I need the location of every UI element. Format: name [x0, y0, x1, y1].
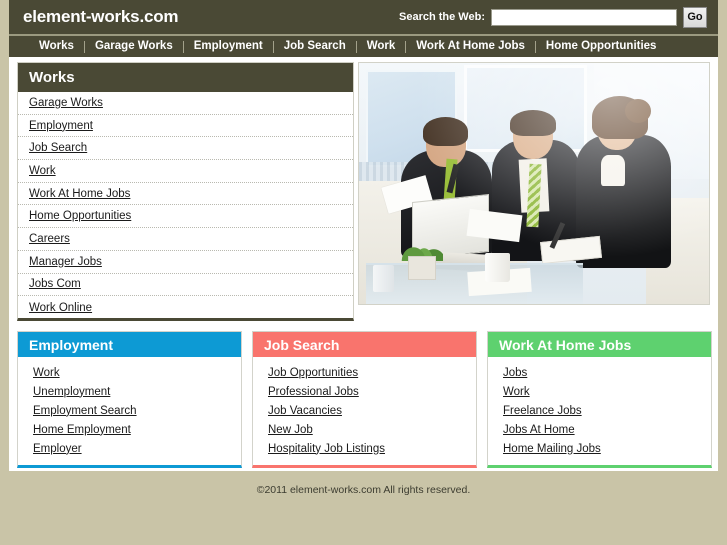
list-item[interactable]: Hospitality Job Listings: [253, 439, 476, 458]
works-panel: Works Garage Works Employment Job Search…: [17, 62, 354, 321]
nav-item-works[interactable]: Works: [29, 40, 84, 53]
job-search-link-job-opportunities[interactable]: Job Opportunities: [268, 367, 358, 379]
search-label: Search the Web:: [399, 11, 485, 23]
list-item[interactable]: Garage Works: [18, 92, 353, 115]
works-link-list: Garage Works Employment Job Search Work …: [18, 92, 353, 319]
list-item[interactable]: Work: [18, 363, 241, 382]
list-item[interactable]: Professional Jobs: [253, 382, 476, 401]
wahj-link-jobs[interactable]: Jobs: [503, 367, 527, 379]
person-left-hair: [422, 117, 469, 147]
job-search-link-job-vacancies[interactable]: Job Vacancies: [268, 405, 342, 417]
sidebar-link-garage-works[interactable]: Garage Works: [29, 97, 103, 109]
sidebar-link-home-opportunities[interactable]: Home Opportunities: [29, 210, 131, 222]
wahj-link-work[interactable]: Work: [503, 386, 530, 398]
footer: ©2011 element-works.com All rights reser…: [0, 484, 727, 496]
content-area: Works Garage Works Employment Job Search…: [9, 57, 718, 471]
list-item[interactable]: Employment Search: [18, 401, 241, 420]
list-item[interactable]: Jobs: [488, 363, 711, 382]
employment-link-unemployment[interactable]: Unemployment: [33, 386, 110, 398]
job-search-panel-header: Job Search: [253, 332, 476, 357]
job-search-link-new-job[interactable]: New Job: [268, 424, 313, 436]
list-item[interactable]: Work Online: [18, 296, 353, 319]
category-panels: Employment Work Unemployment Employment …: [17, 331, 712, 468]
hero-photo: [359, 63, 709, 304]
water-glass: [373, 265, 394, 292]
list-item[interactable]: Freelance Jobs: [488, 401, 711, 420]
wahj-link-freelance-jobs[interactable]: Freelance Jobs: [503, 405, 582, 417]
work-at-home-jobs-panel-header: Work At Home Jobs: [488, 332, 711, 357]
list-item[interactable]: Jobs At Home: [488, 420, 711, 439]
work-at-home-jobs-panel: Work At Home Jobs Jobs Work Freelance Jo…: [487, 331, 712, 468]
employment-link-list: Work Unemployment Employment Search Home…: [18, 357, 241, 465]
job-search-panel: Job Search Job Opportunities Professiona…: [252, 331, 477, 468]
nav-item-work-at-home-jobs[interactable]: Work At Home Jobs: [406, 40, 535, 53]
copyright-text: ©2011 element-works.com All rights reser…: [256, 484, 471, 496]
sidebar-link-careers[interactable]: Careers: [29, 233, 70, 245]
sidebar-link-job-search[interactable]: Job Search: [29, 142, 87, 154]
nav-item-employment[interactable]: Employment: [184, 40, 273, 53]
nav-item-home-opportunities[interactable]: Home Opportunities: [536, 40, 667, 53]
search-go-button[interactable]: Go: [683, 6, 707, 28]
main-navigation: Works Garage Works Employment Job Search…: [9, 36, 718, 57]
list-item[interactable]: Work At Home Jobs: [18, 183, 353, 206]
works-panel-header: Works: [18, 63, 353, 92]
wahj-link-jobs-at-home[interactable]: Jobs At Home: [503, 424, 575, 436]
list-item[interactable]: New Job: [253, 420, 476, 439]
list-item[interactable]: Home Opportunities: [18, 205, 353, 229]
list-item[interactable]: Work: [488, 382, 711, 401]
list-item[interactable]: Home Employment: [18, 420, 241, 439]
employment-link-work[interactable]: Work: [33, 367, 60, 379]
list-item[interactable]: Home Mailing Jobs: [488, 439, 711, 458]
person-center-hair: [510, 109, 557, 137]
list-item[interactable]: Job Vacancies: [253, 401, 476, 420]
work-at-home-jobs-link-list: Jobs Work Freelance Jobs Jobs At Home Ho…: [488, 357, 711, 465]
hero-image: [358, 62, 710, 305]
list-item[interactable]: Unemployment: [18, 382, 241, 401]
coffee-cup-center: [485, 253, 510, 283]
nav-item-garage-works[interactable]: Garage Works: [85, 40, 183, 53]
list-item[interactable]: Employer: [18, 439, 241, 458]
site-title: element-works.com: [23, 7, 179, 26]
employment-link-employment-search[interactable]: Employment Search: [33, 405, 137, 417]
page-root: element-works.com Search the Web: Go Wor…: [0, 0, 727, 545]
list-item[interactable]: Jobs Com: [18, 274, 353, 297]
search-input[interactable]: [491, 8, 677, 26]
sidebar-link-work-at-home-jobs[interactable]: Work At Home Jobs: [29, 188, 130, 200]
list-item[interactable]: Job Search: [18, 137, 353, 161]
job-search-panel-title: Job Search: [264, 336, 340, 353]
wahj-link-home-mailing-jobs[interactable]: Home Mailing Jobs: [503, 443, 601, 455]
works-panel-title: Works: [29, 69, 75, 86]
list-item[interactable]: Employment: [18, 115, 353, 138]
employment-panel: Employment Work Unemployment Employment …: [17, 331, 242, 468]
sidebar-link-manager-jobs[interactable]: Manager Jobs: [29, 256, 102, 268]
list-item[interactable]: Job Opportunities: [253, 363, 476, 382]
list-item[interactable]: Careers: [18, 228, 353, 251]
employment-link-employer[interactable]: Employer: [33, 443, 82, 455]
work-at-home-jobs-panel-title: Work At Home Jobs: [499, 336, 632, 353]
employment-link-home-employment[interactable]: Home Employment: [33, 424, 131, 436]
job-search-link-professional-jobs[interactable]: Professional Jobs: [268, 386, 359, 398]
job-search-link-hospitality-job-listings[interactable]: Hospitality Job Listings: [268, 443, 385, 455]
employment-panel-header: Employment: [18, 332, 241, 357]
job-search-link-list: Job Opportunities Professional Jobs Job …: [253, 357, 476, 465]
list-item[interactable]: Work: [18, 160, 353, 183]
plant-pot: [408, 255, 436, 280]
sidebar-link-work-online[interactable]: Work Online: [29, 302, 92, 314]
sidebar-link-work[interactable]: Work: [29, 165, 56, 177]
search-area: Search the Web: Go: [399, 6, 707, 28]
site-header: element-works.com Search the Web: Go: [9, 0, 718, 34]
sidebar-link-jobs-com[interactable]: Jobs Com: [29, 278, 81, 290]
employment-panel-title: Employment: [29, 336, 114, 353]
nav-item-work[interactable]: Work: [357, 40, 406, 53]
list-item[interactable]: Manager Jobs: [18, 251, 353, 274]
upper-section: Works Garage Works Employment Job Search…: [9, 57, 718, 325]
nav-item-job-search[interactable]: Job Search: [274, 40, 356, 53]
sidebar-link-employment[interactable]: Employment: [29, 120, 93, 132]
person-right-shirt: [600, 154, 625, 186]
